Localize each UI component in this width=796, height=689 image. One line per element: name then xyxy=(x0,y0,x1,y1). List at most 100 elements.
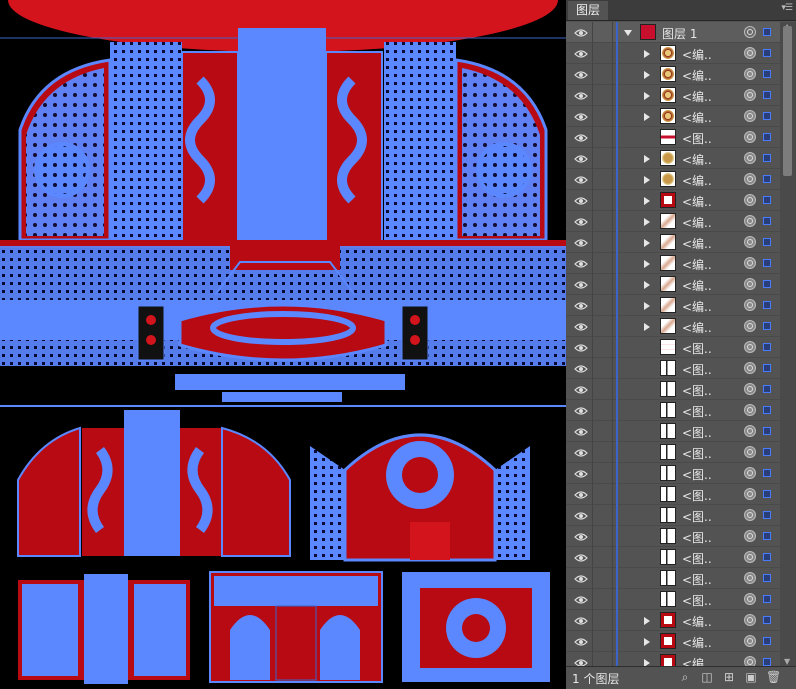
layer-name[interactable]: <图.. xyxy=(682,130,712,147)
sublayer-row[interactable]: <图.. xyxy=(566,337,780,358)
expand-arrow-icon[interactable] xyxy=(644,92,650,100)
lock-toggle[interactable] xyxy=(592,568,593,589)
expand-arrow-icon[interactable] xyxy=(644,50,650,58)
lock-toggle[interactable] xyxy=(592,526,593,547)
selection-indicator[interactable] xyxy=(763,385,771,393)
visibility-eye-icon[interactable] xyxy=(574,258,588,268)
lock-toggle[interactable] xyxy=(592,169,593,190)
visibility-eye-icon[interactable] xyxy=(574,132,588,142)
delete-icon[interactable]: 🗑 xyxy=(766,671,781,684)
visibility-eye-icon[interactable] xyxy=(574,321,588,331)
layer-name[interactable]: <图.. xyxy=(682,403,712,420)
selection-indicator[interactable] xyxy=(763,553,771,561)
layer-row-top[interactable]: 图层 1 xyxy=(566,22,780,43)
layer-name[interactable]: <编.. xyxy=(682,214,712,231)
locate-object-icon[interactable]: ⌕ xyxy=(678,671,692,684)
selection-indicator[interactable] xyxy=(763,427,771,435)
sublayer-row[interactable]: <图.. xyxy=(566,442,780,463)
selection-indicator[interactable] xyxy=(763,490,771,498)
selection-indicator[interactable] xyxy=(763,91,771,99)
sublayer-row[interactable]: <编.. xyxy=(566,43,780,64)
target-circle-icon[interactable] xyxy=(744,110,756,122)
visibility-eye-icon[interactable] xyxy=(574,363,588,373)
sublayer-row[interactable]: <编.. xyxy=(566,211,780,232)
layer-name[interactable]: <编.. xyxy=(682,109,712,126)
expand-arrow-icon[interactable] xyxy=(644,617,650,625)
visibility-eye-icon[interactable] xyxy=(574,489,588,499)
selection-indicator[interactable] xyxy=(763,301,771,309)
visibility-eye-icon[interactable] xyxy=(574,447,588,457)
lock-toggle[interactable] xyxy=(592,253,593,274)
lock-toggle[interactable] xyxy=(592,190,593,211)
visibility-eye-icon[interactable] xyxy=(574,552,588,562)
visibility-eye-icon[interactable] xyxy=(574,69,588,79)
selection-indicator[interactable] xyxy=(763,469,771,477)
sublayer-row[interactable]: <编.. xyxy=(566,253,780,274)
sublayer-row[interactable]: <编.. xyxy=(566,169,780,190)
make-clipping-mask-icon[interactable]: ◫ xyxy=(700,671,714,684)
layer-name[interactable]: <图.. xyxy=(682,424,712,441)
expand-arrow-icon[interactable] xyxy=(644,218,650,226)
sublayer-row[interactable]: <图.. xyxy=(566,589,780,610)
lock-toggle[interactable] xyxy=(592,463,593,484)
selection-indicator[interactable] xyxy=(763,49,771,57)
target-circle-icon[interactable] xyxy=(744,656,756,666)
sublayer-row[interactable]: <图.. xyxy=(566,568,780,589)
sublayer-row[interactable]: <图.. xyxy=(566,421,780,442)
target-circle-icon[interactable] xyxy=(744,47,756,59)
selection-indicator[interactable] xyxy=(763,112,771,120)
sublayer-row[interactable]: <图.. xyxy=(566,358,780,379)
visibility-eye-icon[interactable] xyxy=(574,510,588,520)
lock-toggle[interactable] xyxy=(592,295,593,316)
layer-name[interactable]: <编.. xyxy=(682,46,712,63)
target-circle-icon[interactable] xyxy=(744,278,756,290)
lock-toggle[interactable] xyxy=(592,148,593,169)
selection-indicator[interactable] xyxy=(763,217,771,225)
target-circle-icon[interactable] xyxy=(744,404,756,416)
expand-arrow-icon[interactable] xyxy=(644,239,650,247)
sublayer-row[interactable]: <编.. xyxy=(566,148,780,169)
sublayer-row[interactable]: <编.. xyxy=(566,652,780,666)
target-circle-icon[interactable] xyxy=(744,530,756,542)
visibility-eye-icon[interactable] xyxy=(574,174,588,184)
selection-indicator[interactable] xyxy=(763,574,771,582)
create-sublayer-icon[interactable]: ⊞ xyxy=(722,671,736,684)
target-circle-icon[interactable] xyxy=(744,509,756,521)
target-circle-icon[interactable] xyxy=(744,488,756,500)
sublayer-row[interactable]: <编.. xyxy=(566,631,780,652)
layer-name[interactable]: <编.. xyxy=(682,613,712,630)
layer-name[interactable]: <编.. xyxy=(682,634,712,651)
visibility-eye-icon[interactable] xyxy=(574,468,588,478)
sublayer-row[interactable]: <图.. xyxy=(566,484,780,505)
sublayer-row[interactable]: <图.. xyxy=(566,400,780,421)
expand-arrow-icon[interactable] xyxy=(644,302,650,310)
layer-name[interactable]: <编.. xyxy=(682,277,712,294)
selection-indicator[interactable] xyxy=(763,28,771,36)
sublayer-row[interactable]: <编.. xyxy=(566,610,780,631)
sublayer-row[interactable]: <编.. xyxy=(566,190,780,211)
lock-toggle[interactable] xyxy=(592,337,593,358)
target-circle-icon[interactable] xyxy=(744,572,756,584)
scroll-thumb[interactable] xyxy=(783,26,792,176)
layer-name[interactable]: <图.. xyxy=(682,361,712,378)
target-circle-icon[interactable] xyxy=(744,635,756,647)
layer-name[interactable]: <图.. xyxy=(682,529,712,546)
expand-arrow-icon[interactable] xyxy=(644,197,650,205)
collapse-arrow-icon[interactable] xyxy=(624,30,632,36)
visibility-eye-icon[interactable] xyxy=(574,48,588,58)
target-circle-icon[interactable] xyxy=(744,362,756,374)
selection-indicator[interactable] xyxy=(763,595,771,603)
selection-indicator[interactable] xyxy=(763,406,771,414)
sublayer-row[interactable]: <图.. xyxy=(566,547,780,568)
lock-toggle[interactable] xyxy=(592,43,593,64)
expand-arrow-icon[interactable] xyxy=(644,176,650,184)
layer-name[interactable]: <编.. xyxy=(682,151,712,168)
sublayer-row[interactable]: <图.. xyxy=(566,463,780,484)
expand-arrow-icon[interactable] xyxy=(644,638,650,646)
selection-indicator[interactable] xyxy=(763,364,771,372)
wedding-stage-artwork[interactable] xyxy=(0,0,566,688)
visibility-eye-icon[interactable] xyxy=(574,342,588,352)
lock-toggle[interactable] xyxy=(592,127,593,148)
visibility-eye-icon[interactable] xyxy=(574,90,588,100)
expand-arrow-icon[interactable] xyxy=(644,323,650,331)
